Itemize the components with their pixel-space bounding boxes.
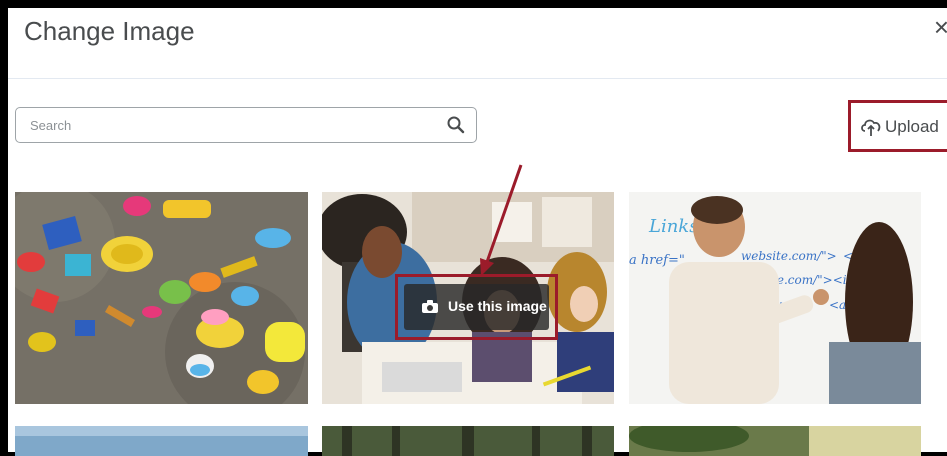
whiteboard-text-href: a href=" xyxy=(629,253,685,268)
use-this-image-button[interactable]: Use this image xyxy=(404,284,549,330)
use-this-image-label: Use this image xyxy=(448,298,547,314)
whiteboard-text-links: Links xyxy=(648,216,698,237)
cloud-upload-icon xyxy=(861,119,881,136)
image-tile-teacher-whiteboard[interactable]: Links a href=" website.com/"> </a> websi… xyxy=(629,192,921,404)
upload-button[interactable]: Upload xyxy=(848,100,947,152)
upload-label: Upload xyxy=(885,117,939,136)
use-this-image-highlight: Use this image xyxy=(395,274,558,340)
whiteboard-text-site1: website.com/"> xyxy=(741,249,837,263)
whiteboard-text-a: <a xyxy=(829,298,846,312)
close-icon[interactable]: × xyxy=(934,14,947,40)
search-box xyxy=(15,107,477,143)
dialog-title: Change Image xyxy=(24,16,195,46)
image-tile-sandbox-toys[interactable] xyxy=(15,192,308,404)
search-input[interactable] xyxy=(16,108,450,142)
dialog-header: Change Image × xyxy=(8,8,947,79)
search-icon[interactable] xyxy=(446,115,466,135)
camera-icon xyxy=(422,300,438,313)
